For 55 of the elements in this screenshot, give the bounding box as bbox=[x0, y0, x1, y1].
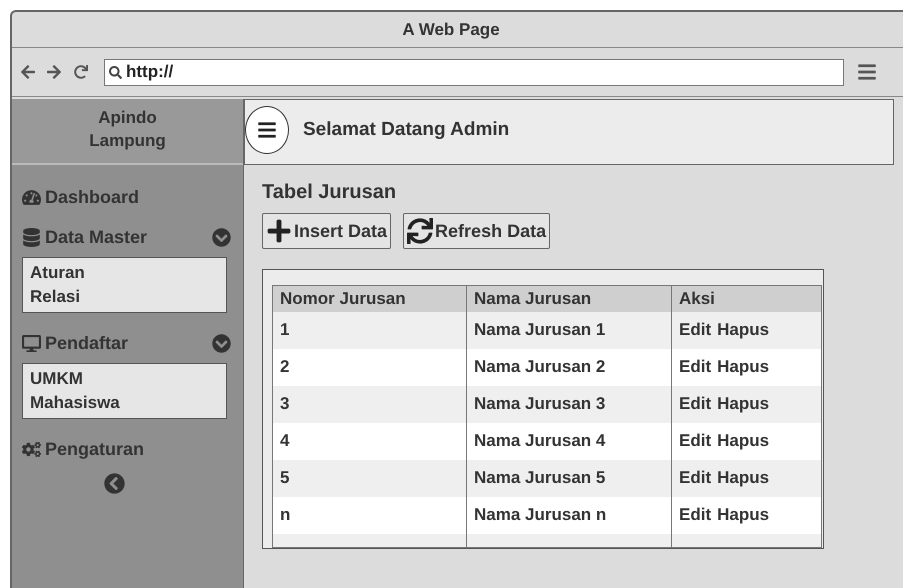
submenu-item[interactable]: Relasi bbox=[30, 285, 219, 309]
submenu-item[interactable]: Mahasiswa bbox=[30, 391, 219, 415]
table-cell: 1 bbox=[280, 320, 290, 340]
forward-icon[interactable] bbox=[46, 64, 62, 80]
table-cell: Nama Jurusan 2 bbox=[474, 357, 606, 376]
action-button[interactable]: Refresh Data bbox=[403, 213, 550, 249]
action-link[interactable]: Edit bbox=[679, 354, 712, 380]
refresh-icon bbox=[407, 218, 434, 244]
table-cell: Nama Jurusan 3 bbox=[474, 394, 606, 414]
menu-icon bbox=[257, 120, 277, 140]
action-link[interactable]: Edit bbox=[679, 391, 712, 417]
plus-icon bbox=[266, 218, 292, 244]
action-link[interactable]: Hapus bbox=[717, 391, 770, 417]
action-link[interactable]: Edit bbox=[679, 465, 712, 491]
action-link[interactable]: Hapus bbox=[717, 354, 770, 380]
table-title: Tabel Jurusan bbox=[262, 180, 398, 205]
database-icon bbox=[22, 228, 41, 246]
chevron-down-icon[interactable] bbox=[212, 228, 231, 246]
monitor-icon bbox=[22, 334, 41, 352]
back-icon[interactable] bbox=[20, 64, 36, 80]
sidebar-item[interactable]: Pengaturan bbox=[22, 429, 233, 469]
address-field[interactable]: http:// bbox=[104, 58, 844, 86]
menu-icon[interactable] bbox=[857, 62, 877, 82]
table-cell: 3 bbox=[280, 394, 290, 414]
action-link[interactable]: Hapus bbox=[717, 502, 770, 528]
collapse-icon[interactable] bbox=[104, 473, 125, 494]
action-link[interactable]: Hapus bbox=[717, 465, 770, 491]
table-cell: Nama Jurusan 5 bbox=[474, 468, 606, 488]
brand-name: Apindo Lampung bbox=[89, 107, 166, 152]
menu-button[interactable] bbox=[245, 106, 289, 154]
sidebar-item[interactable]: Pendaftar bbox=[22, 323, 233, 363]
action-link[interactable]: Hapus bbox=[717, 428, 770, 454]
action-link[interactable]: Edit bbox=[679, 502, 712, 528]
table-cell: Nama Jurusan 4 bbox=[474, 431, 606, 450]
window-title: A Web Page bbox=[402, 18, 500, 41]
sidebar-item[interactable]: Dashboard bbox=[22, 177, 233, 217]
action-link[interactable]: Hapus bbox=[717, 317, 770, 343]
table-cell: 4 bbox=[280, 431, 290, 450]
table-cell: Nama Jurusan 1 bbox=[474, 320, 606, 340]
submenu-item[interactable]: Aturan bbox=[30, 261, 219, 285]
welcome-text: Selamat Datang Admin bbox=[303, 118, 510, 142]
table-cell: 2 bbox=[280, 357, 290, 376]
search-icon bbox=[109, 66, 122, 78]
submenu-item[interactable]: UMKM bbox=[30, 367, 219, 391]
table-cell: 5 bbox=[280, 468, 290, 488]
action-button[interactable]: Insert Data bbox=[262, 213, 392, 249]
gears-icon bbox=[22, 440, 41, 458]
table-cell: Nama Jurusan n bbox=[474, 505, 606, 524]
sidebar-item[interactable]: Data Master bbox=[22, 217, 233, 257]
reload-icon[interactable] bbox=[74, 65, 88, 79]
table-cell: n bbox=[280, 505, 290, 524]
chevron-down-icon[interactable] bbox=[212, 334, 231, 352]
action-link[interactable]: Edit bbox=[679, 428, 712, 454]
gauge-icon bbox=[22, 188, 41, 206]
action-link[interactable]: Edit bbox=[679, 317, 712, 343]
